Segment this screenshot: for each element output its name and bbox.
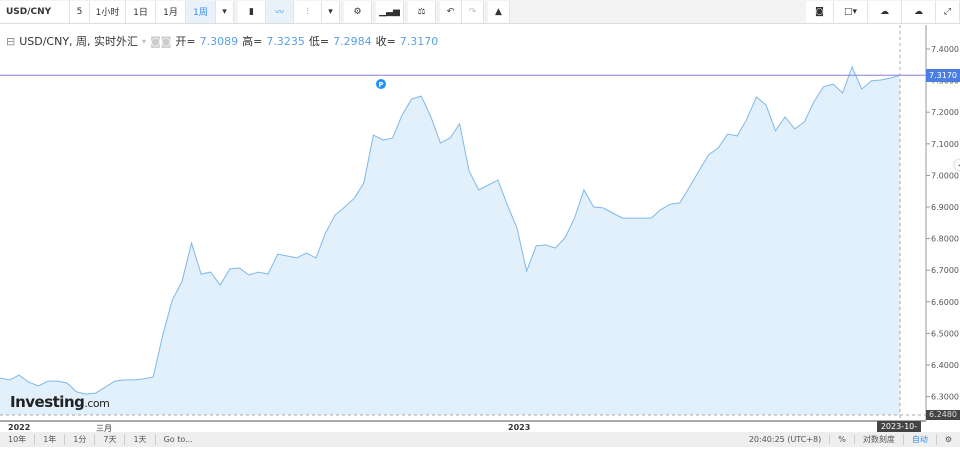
color-picker-icon[interactable]: □▾ — [834, 0, 868, 23]
studies-icon[interactable]: ▁▃▅ — [376, 0, 404, 23]
y-tick-label: 6.3000 — [931, 393, 959, 402]
camera-icon[interactable]: ◙ — [806, 0, 834, 23]
interval-5[interactable]: 5 — [70, 0, 90, 23]
y-tick-label: 7.1000 — [931, 140, 959, 149]
interval-1h[interactable]: 1小时 — [90, 0, 126, 23]
x-label-2023: 2023 — [508, 423, 531, 432]
event-marker-label: P — [378, 81, 383, 89]
auto-scale-toggle[interactable]: 自动 — [904, 434, 937, 445]
clock: 20:40:25 (UTC+8) — [741, 435, 831, 444]
range-1min[interactable]: 1分 — [65, 434, 96, 445]
area-chart-icon[interactable]: 〰 — [266, 0, 294, 23]
indicator-icon[interactable]: ⫶ — [294, 0, 322, 23]
cloud-upload-icon[interactable]: ☁ — [902, 0, 936, 23]
price-area — [0, 67, 900, 415]
settings-gear-icon[interactable]: ⚙ — [937, 435, 960, 444]
chart-type-dropdown-icon[interactable]: ▾ — [322, 0, 340, 23]
toolbar: USD/CNY 5 1小时 1日 1月 1周 ▾ ▮ 〰 ⫶ ▾ ⚙ ▁▃▅ ⚖… — [0, 0, 960, 24]
price-chart[interactable]: 7.40007.30007.20007.10007.00006.90006.80… — [0, 25, 960, 421]
date-tag: 2023-10-16 — [877, 421, 921, 442]
undo-icon[interactable]: ↶ — [440, 0, 462, 23]
range-7d[interactable]: 7天 — [95, 434, 126, 445]
interval-1w[interactable]: 1周 — [186, 0, 216, 23]
redo-icon[interactable]: ↷ — [462, 0, 484, 23]
interval-1d[interactable]: 1日 — [126, 0, 156, 23]
alert-icon[interactable]: ▲ — [488, 0, 510, 23]
bottom-bar: 10年 1年 1分 7天 1天 Go to... 20:40:25 (UTC+8… — [0, 432, 960, 447]
range-10y[interactable]: 10年 — [0, 434, 36, 445]
goto-button[interactable]: Go to... — [156, 435, 201, 444]
x-label-2022: 2022 — [8, 423, 31, 432]
log-scale-toggle[interactable]: 对数刻度 — [855, 434, 904, 445]
y-tick-label: 7.4000 — [931, 45, 959, 54]
y-tick-label: 6.7000 — [931, 266, 959, 275]
y-tick-label: 7.2000 — [931, 108, 959, 117]
y-tick-label: 6.4000 — [931, 361, 959, 370]
interval-1m[interactable]: 1月 — [156, 0, 186, 23]
compare-icon[interactable]: ⚖ — [408, 0, 436, 23]
interval-dropdown-icon[interactable]: ▾ — [216, 0, 234, 23]
candlestick-icon[interactable]: ▮ — [238, 0, 266, 23]
y-tick-label: 6.8000 — [931, 235, 959, 244]
range-1y[interactable]: 1年 — [35, 434, 66, 445]
y-tick-label: 6.6000 — [931, 298, 959, 307]
investing-logo: Investing.com — [10, 393, 110, 411]
cloud-download-icon[interactable]: ☁ — [868, 0, 902, 23]
low-price-tag: 6.2480 — [926, 410, 960, 420]
y-tick-label: 6.5000 — [931, 329, 959, 338]
symbol-input[interactable]: USD/CNY — [0, 0, 70, 23]
y-tick-label: 6.9000 — [931, 203, 959, 212]
range-1d[interactable]: 1天 — [125, 434, 156, 445]
x-axis: 2022 三月 2023 — [0, 420, 926, 433]
current-price-tag: 7.3170 — [926, 69, 960, 82]
gear-icon[interactable]: ⚙ — [344, 0, 372, 23]
percent-toggle[interactable]: % — [830, 435, 855, 444]
fullscreen-icon[interactable]: ⤢ — [936, 0, 960, 23]
y-tick-label: 7.0000 — [931, 171, 959, 180]
